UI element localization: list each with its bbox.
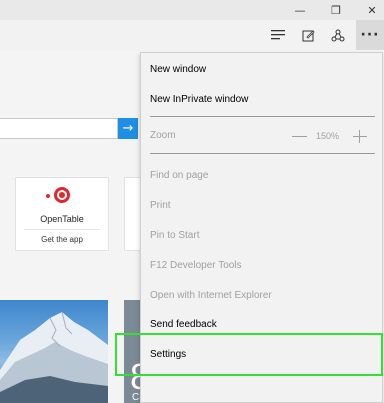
opentable-logo-icon	[54, 187, 70, 203]
menu-item-f12-developer-tools: F12 Developer Tools	[150, 259, 242, 271]
more-actions-menu: New window New InPrivate window Zoom 150…	[140, 52, 383, 403]
get-app-link[interactable]: Get the app	[16, 235, 108, 244]
minimize-button[interactable]: —	[288, 0, 312, 20]
menu-item-find-on-page: Find on page	[150, 169, 209, 181]
share-icon	[331, 29, 345, 41]
restore-icon: ❐	[331, 3, 341, 17]
menu-item-zoom: Zoom	[150, 129, 176, 141]
menu-item-new-window[interactable]: New window	[141, 54, 382, 84]
opentable-tile[interactable]: OpenTable Get the app	[15, 177, 109, 251]
tile-divider	[24, 229, 100, 230]
more-actions-button[interactable]: ···	[356, 20, 384, 50]
minimize-icon: —	[294, 3, 306, 17]
tile-title: OpenTable	[40, 214, 84, 224]
zoom-in-icon-vertical	[359, 130, 360, 143]
share-button[interactable]	[325, 20, 351, 50]
news-image[interactable]	[0, 300, 108, 403]
arrow-right-icon: →	[122, 121, 134, 136]
close-icon: ✕	[367, 3, 377, 17]
zoom-level: 150%	[316, 131, 340, 141]
menu-item-settings[interactable]: Settings	[141, 339, 382, 369]
hub-icon	[271, 30, 285, 40]
menu-divider	[150, 153, 375, 154]
menu-item-new-inprivate-window[interactable]: New InPrivate window	[141, 84, 382, 114]
browser-toolbar: ···	[0, 20, 384, 50]
close-button[interactable]: ✕	[360, 0, 384, 20]
web-note-icon	[302, 29, 315, 41]
hub-button[interactable]	[265, 20, 291, 50]
zoom-out-icon	[292, 136, 307, 137]
title-bar: — ❐ ✕	[0, 0, 384, 20]
zoom-in-icon	[353, 136, 367, 137]
search-input[interactable]	[0, 118, 118, 139]
restore-button[interactable]: ❐	[324, 0, 348, 20]
menu-item-pin-to-start: Pin to Start	[150, 229, 200, 241]
opentable-logo-dot	[46, 194, 50, 198]
menu-item-send-feedback[interactable]: Send feedback	[141, 309, 382, 339]
menu-divider	[150, 116, 375, 117]
menu-item-open-with-ie: Open with Internet Explorer	[150, 289, 272, 301]
mountain-image	[0, 311, 108, 403]
more-icon: ···	[360, 27, 380, 43]
web-note-button[interactable]	[295, 20, 321, 50]
menu-item-print: Print	[150, 199, 171, 211]
search-go-button[interactable]: →	[118, 118, 138, 139]
